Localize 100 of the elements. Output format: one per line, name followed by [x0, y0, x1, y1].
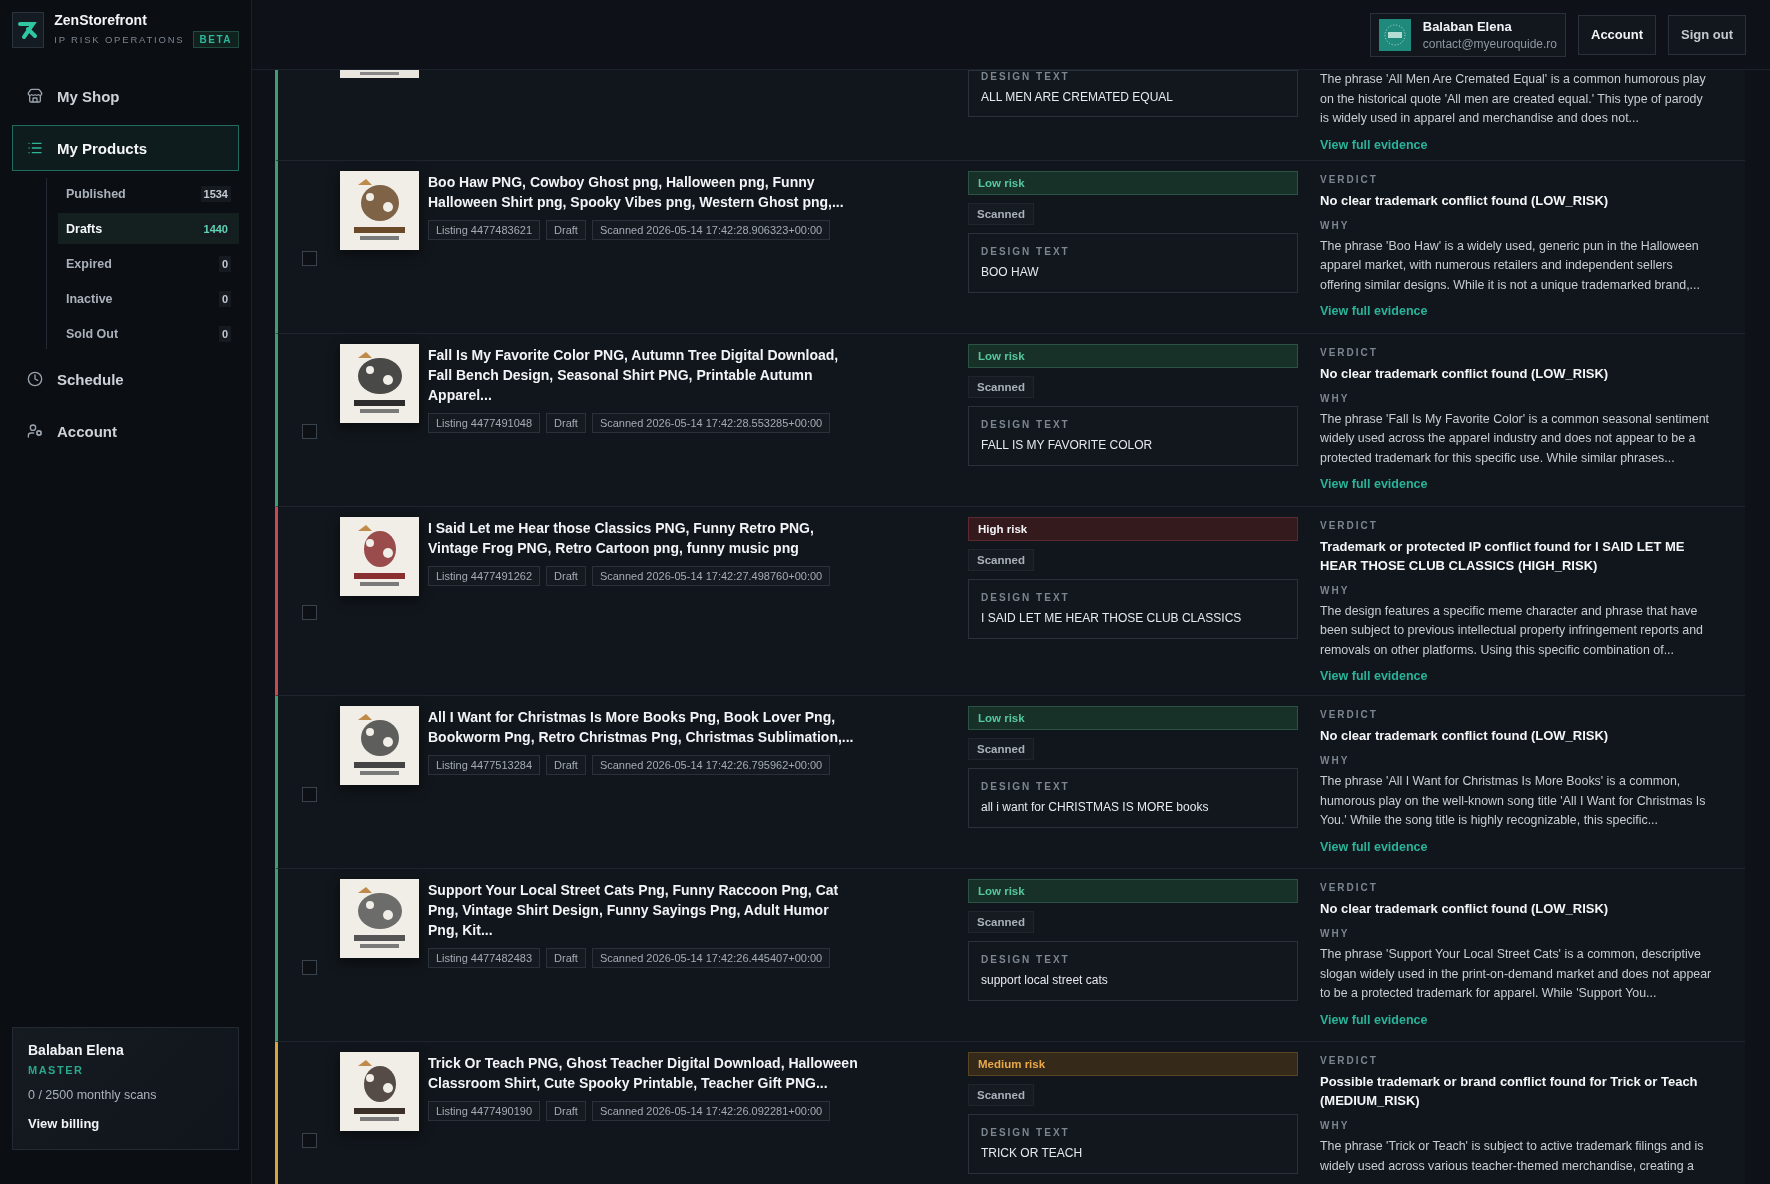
nav-item[interactable]: My Products	[12, 125, 239, 171]
row-checkbox[interactable]	[301, 786, 317, 802]
row-checkbox[interactable]	[301, 959, 317, 975]
product-title[interactable]: Fall Is My Favorite Color PNG, Autumn Tree Digital Download, Fall Bench Design, Seasonal Shirt PNG, Printable Autumn Apparel...	[428, 344, 858, 405]
risk-badge: Medium risk	[968, 1052, 1298, 1076]
risk-badge: Low risk	[968, 879, 1298, 903]
row-checkbox[interactable]	[301, 424, 317, 439]
why-text: The phrase 'Fall Is My Favorite Color' is a common seasonal sentiment widely used across the apparel industry and does not appear to be a protected trademark for this specific use. While similar phrases...	[1320, 410, 1710, 467]
count-badge: 0	[218, 325, 231, 342]
verdict-label: VERDICT	[1320, 346, 1379, 358]
verdict-text: Trademark or protected IP conflict found for I SAID LET ME HEAR THOSE CLUB CLASSICS (HIGH_RISK)	[1320, 537, 1686, 575]
count-badge: 1534	[200, 185, 231, 202]
why-text: The phrase 'All I Want for Christmas Is More Books' is a common, humorous play on the well-known song title 'All I Want for Christmas Is You.' While the song title is highly recognizable, this specific...	[1320, 773, 1707, 829]
product-title[interactable]: Trick Or Teach PNG, Ghost Teacher Digital Download, Halloween Classroom Shirt, Cute Spooky Printable, Teacher Gift PNG...	[428, 1053, 858, 1093]
listing-id: Listing 4477491262	[428, 565, 541, 586]
why-label: WHY	[1320, 1120, 1351, 1131]
evidence-link[interactable]: View full evidence	[1320, 1012, 1428, 1027]
count-badge: 0	[218, 290, 231, 307]
verdict-text: No clear trademark conflict found (LOW_RISK)	[1320, 727, 1610, 745]
evidence-link[interactable]: View full evidence	[1320, 304, 1428, 318]
clock-icon	[27, 371, 43, 387]
nav-subitem[interactable]: Drafts 1440	[58, 213, 239, 244]
nav-subitem-label: Sold Out	[66, 326, 119, 341]
users-icon	[27, 423, 43, 439]
why-text: The phrase 'Support Your Local Street Cats' is a common, descriptive slogan widely used in the print-on-demand market and does not appear to be a protected trademark for apparel. While 'Support You...	[1320, 946, 1713, 1002]
evidence-link[interactable]: View full evidence	[1320, 477, 1428, 491]
nav-subitem[interactable]: Published 1534	[58, 178, 239, 209]
row-checkbox[interactable]	[301, 605, 317, 621]
evidence-link[interactable]: View full evidence	[1320, 839, 1428, 854]
verdict-label: VERDICT	[1320, 709, 1379, 720]
product-title[interactable]: I Said Let me Hear those Classics PNG, Funny Retro PNG, Vintage Frog PNG, Retro Cartoon png, funny music png	[428, 517, 858, 558]
why-text: The phrase 'Boo Haw' is a widely used, generic pun in the Halloween apparel market, with numerous retailers and independent sellers offering similar designs. While it is not a unique trademarked brand,...	[1320, 237, 1701, 294]
nav-subitem[interactable]: Inactive 0	[58, 283, 239, 314]
why-text: The design features a specific meme character and phrase that have been subject to previous intellectual property infringement reports and removals on other platforms. Using this specific combination of...	[1320, 602, 1704, 659]
design-text-label: DESIGN TEXT	[981, 1127, 1071, 1138]
evidence-link[interactable]: View full evidence	[1320, 669, 1428, 683]
design-text-label: DESIGN TEXT	[981, 245, 1071, 257]
design-text-label: DESIGN TEXT	[981, 954, 1071, 965]
list-icon	[27, 140, 43, 156]
design-text-value: BOO HAW	[981, 264, 1040, 279]
sign-out-button[interactable]: Sign out	[1668, 14, 1746, 55]
nav-item[interactable]: Account	[12, 408, 239, 454]
nav-subitem-label: Drafts	[66, 221, 103, 236]
verdict-label: VERDICT	[1320, 173, 1379, 185]
design-text-value: I SAID LET ME HEAR THOSE CLUB CLASSICS	[981, 610, 1243, 625]
scan-status-badge: Scanned	[968, 548, 1034, 571]
scan-timestamp: Scanned 2026-05-14 17:42:26.795962+00:00	[591, 755, 831, 775]
scan-usage: 0 / 2500 monthly scans	[28, 1088, 158, 1102]
scan-timestamp: Scanned 2026-05-14 17:42:26.445407+00:00	[591, 948, 831, 968]
risk-badge: High risk	[968, 516, 1298, 541]
plan-user-name: Balaban Elena	[28, 1042, 125, 1058]
design-text-value: support local street cats	[981, 973, 1109, 987]
nav-item[interactable]: Schedule	[12, 356, 239, 402]
nav-subitem[interactable]: Sold Out 0	[58, 318, 239, 349]
product-title[interactable]: Support Your Local Street Cats Png, Funny Raccoon Png, Cat Png, Vintage Shirt Design, Funny Sayings Png, Adult Humor Png, Kit...	[428, 880, 858, 940]
nav-item[interactable]: My Shop	[12, 73, 239, 119]
store-icon	[27, 88, 43, 104]
status-chip: Draft	[546, 1101, 586, 1121]
user-email: contact@myeuroquide.ro	[1422, 36, 1557, 51]
design-text-label: DESIGN TEXT	[981, 591, 1071, 603]
scan-status-badge: Scanned	[968, 375, 1034, 398]
verdict-label: VERDICT	[1320, 882, 1379, 893]
brand-name: ZenStorefront	[54, 12, 148, 28]
listing-id: Listing 4477491048	[428, 412, 541, 433]
evidence-link[interactable]: View full evidence	[1320, 137, 1428, 152]
product-title[interactable]: All I Want for Christmas Is More Books Png, Book Lover Png, Bookworm Png, Retro Christmas Png, Christmas Sublimation,...	[428, 707, 858, 747]
risk-badge: Low risk	[968, 706, 1298, 730]
why-label: WHY	[1320, 584, 1351, 596]
status-chip: Draft	[546, 755, 586, 775]
beta-badge: BETA	[192, 31, 239, 48]
nav-subitem[interactable]: Expired 0	[58, 248, 239, 279]
scan-timestamp: Scanned 2026-05-14 17:42:27.498760+00:00	[591, 565, 831, 586]
count-badge: 0	[218, 255, 231, 272]
why-text: The phrase 'All Men Are Cremated Equal' is a common humorous play on the historical quote 'All men are created equal.' This type of parody is widely used in apparel and merchandise and does not...	[1320, 71, 1707, 127]
nav-subitem-label: Expired	[66, 256, 112, 271]
design-text-value: TRICK OR TEACH	[981, 1146, 1084, 1160]
why-text: The phrase 'Trick or Teach' is subject to active trademark filings and is widely used across various teacher-themed merchandise, creating a	[1320, 1138, 1705, 1175]
account-button[interactable]: Account	[1578, 14, 1656, 55]
nav-subitem-label: Inactive	[66, 291, 113, 306]
scan-status-badge: Scanned	[968, 202, 1034, 225]
status-chip: Draft	[546, 565, 586, 586]
why-label: WHY	[1320, 928, 1351, 939]
risk-badge: Low risk	[968, 170, 1298, 195]
verdict-text: No clear trademark conflict found (LOW_RISK)	[1320, 364, 1610, 383]
brand-tagline: IP RISK OPERATIONS	[54, 34, 185, 45]
billing-link[interactable]: View billing	[28, 1116, 100, 1131]
design-text-value: all i want for CHRISTMAS IS MORE books	[981, 800, 1210, 814]
row-checkbox[interactable]	[301, 251, 317, 266]
listing-id: Listing 4477483621	[428, 219, 541, 240]
product-title[interactable]: Boo Haw PNG, Cowboy Ghost png, Halloween png, Funny Halloween Shirt png, Spooky Vibes png, Western Ghost png,...	[428, 171, 858, 212]
verdict-text: No clear trademark conflict found (LOW_RISK)	[1320, 900, 1610, 918]
verdict-text: No clear trademark conflict found (LOW_RISK)	[1320, 191, 1610, 210]
listing-id: Listing 4477482483	[428, 948, 541, 968]
why-label: WHY	[1320, 755, 1351, 766]
design-text-label: DESIGN TEXT	[981, 71, 1071, 82]
user-name: Balaban Elena	[1422, 18, 1513, 34]
user-card[interactable]: Balaban Elena contact@myeuroquide.ro	[1369, 12, 1566, 57]
scan-status-badge: Scanned	[968, 738, 1034, 760]
row-checkbox[interactable]	[301, 1132, 317, 1148]
why-label: WHY	[1320, 219, 1351, 231]
